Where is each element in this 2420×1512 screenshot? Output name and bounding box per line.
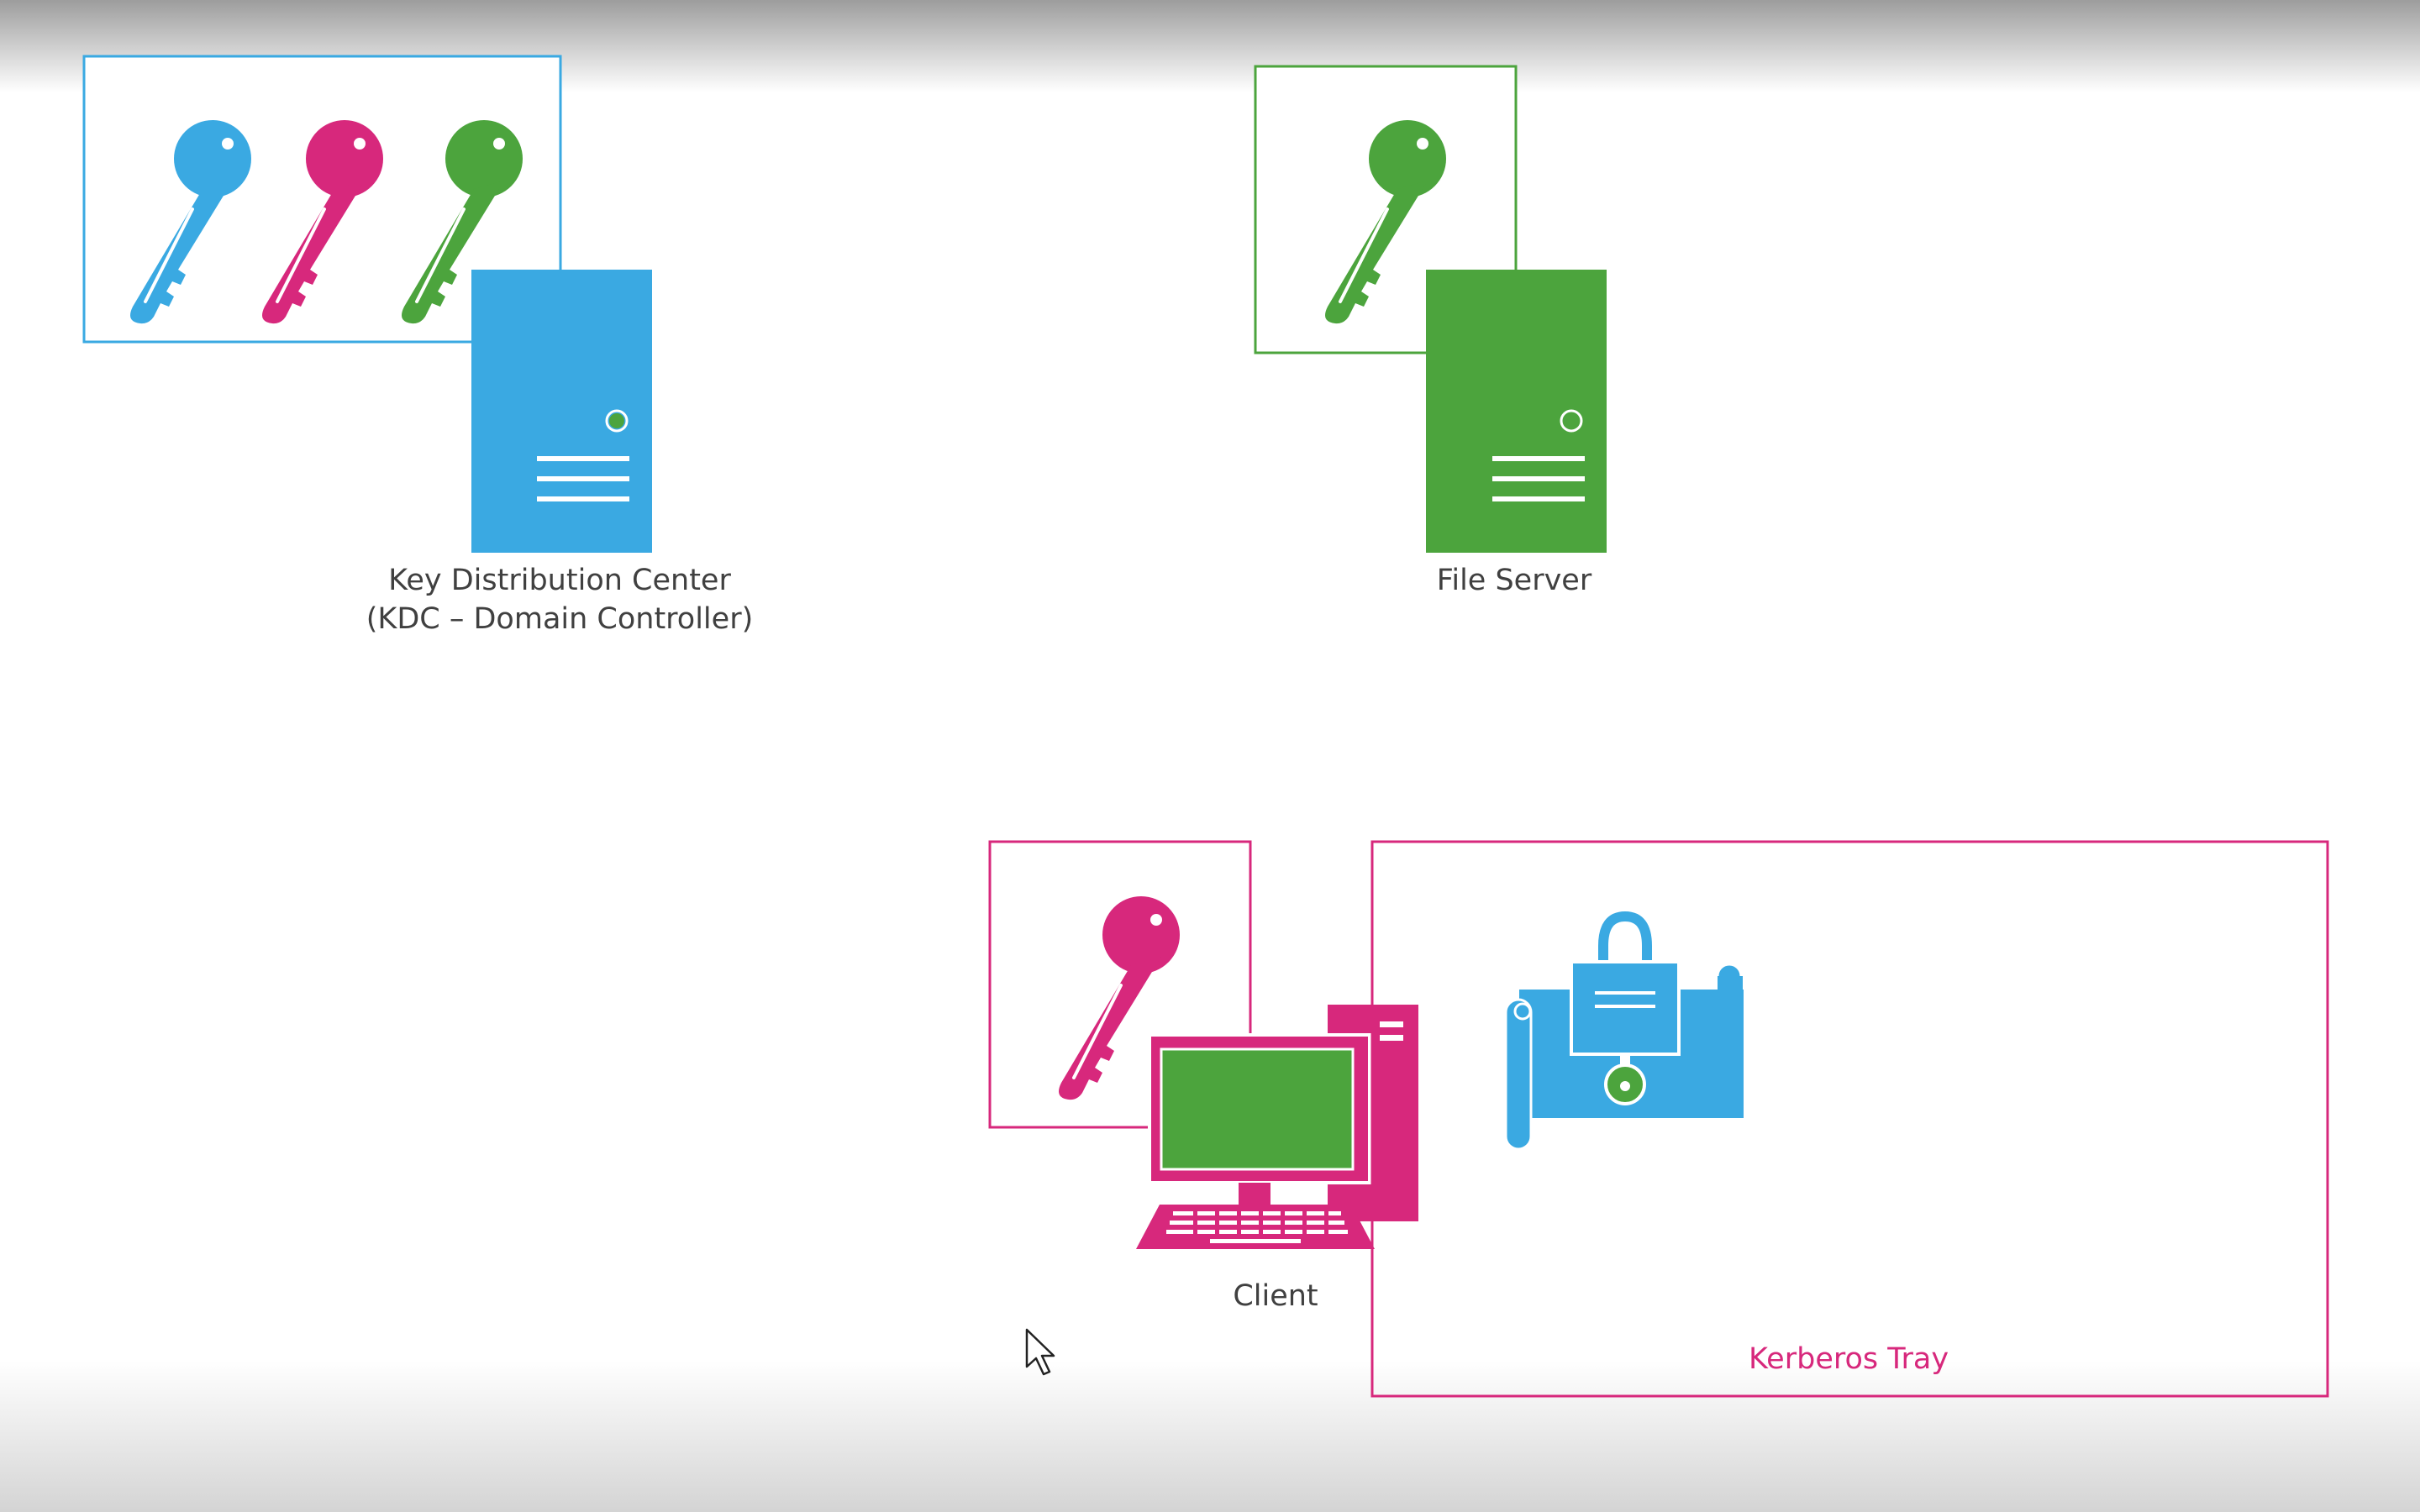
kerberos-tray-label: Kerberos Tray xyxy=(1748,1342,1949,1376)
desktop-computer-icon xyxy=(1136,1005,1418,1249)
kdc-label: Key Distribution Center (KDC – Domain Co… xyxy=(308,561,812,638)
client-label: Client xyxy=(1233,1279,1318,1313)
kerberos-diagram: Key Distribution Center (KDC – Domain Co… xyxy=(0,0,2420,1512)
kdc-group xyxy=(82,55,652,553)
file-server-label: File Server xyxy=(1436,564,1592,597)
kdc-label-line1: Key Distribution Center xyxy=(388,564,731,597)
kdc-label-line2: (KDC – Domain Controller) xyxy=(366,602,754,636)
client-group xyxy=(988,840,1418,1249)
server-icon xyxy=(471,270,652,553)
server-icon xyxy=(1426,270,1607,553)
mouse-cursor-icon xyxy=(1025,1328,1055,1376)
kerberos-tray-group xyxy=(1370,840,2329,1398)
locked-ticket-icon xyxy=(1504,911,1744,1151)
file-server-group xyxy=(1254,65,1607,553)
